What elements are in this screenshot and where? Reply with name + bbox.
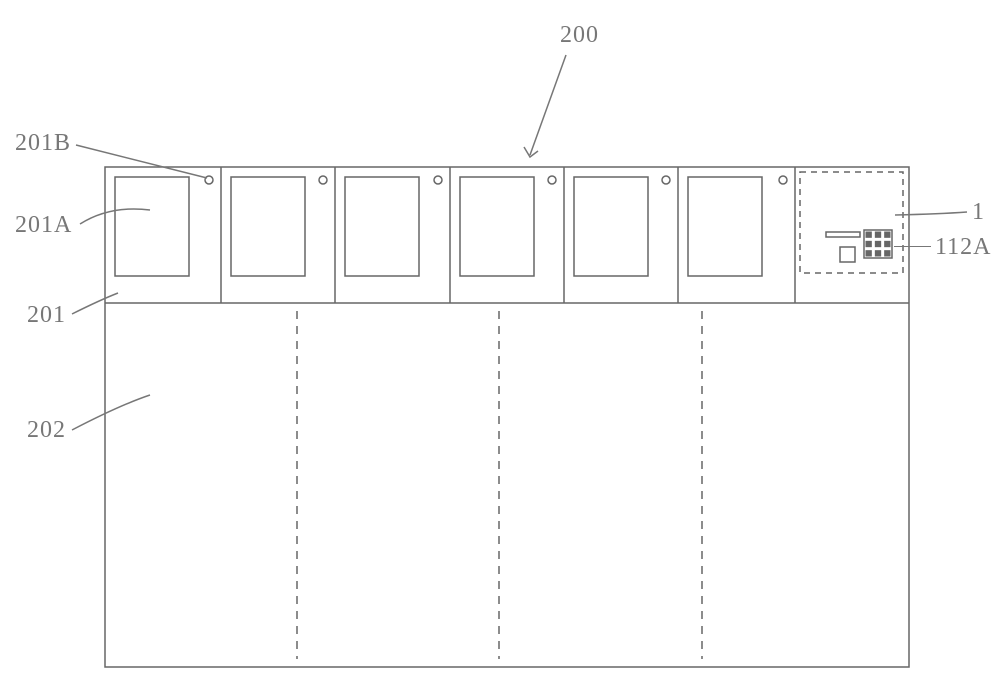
leader-control-box — [0, 0, 1000, 698]
leader-keypad — [894, 246, 931, 247]
